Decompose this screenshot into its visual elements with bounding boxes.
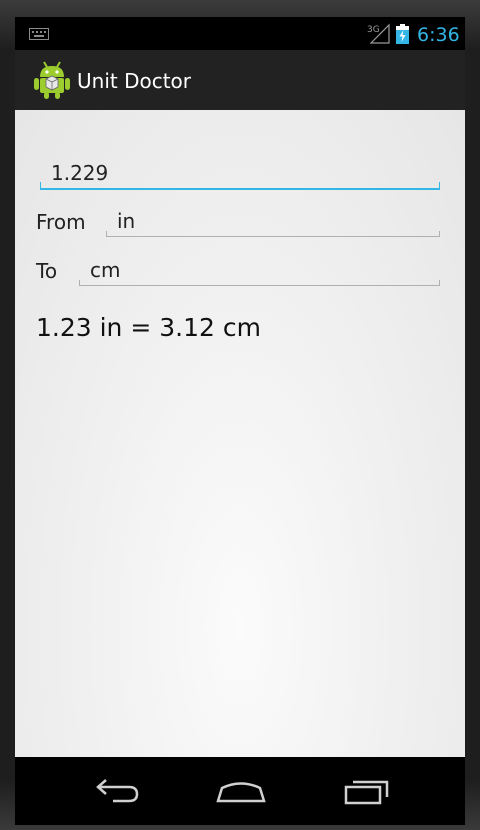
amount-input[interactable]: 1.229: [40, 158, 440, 190]
to-unit-input[interactable]: cm: [79, 255, 440, 286]
navigation-bar: [15, 757, 465, 825]
android-robot-icon[interactable]: [33, 60, 71, 100]
amount-value: 1.229: [51, 161, 109, 185]
from-unit-input[interactable]: in: [106, 206, 440, 237]
home-icon[interactable]: [211, 773, 271, 809]
status-bar: 3G 6:36: [15, 17, 465, 50]
to-label: To: [36, 259, 58, 283]
from-label: From: [36, 210, 86, 234]
battery-charging-icon: [396, 24, 409, 44]
to-unit-value: cm: [90, 258, 121, 282]
clock: 6:36: [417, 24, 460, 46]
device-frame: 3G 6:36 Unit Doctor 1.229 From in To cm …: [0, 0, 480, 830]
action-bar: Unit Doctor: [15, 50, 465, 110]
back-icon[interactable]: [85, 773, 145, 809]
app-title: Unit Doctor: [77, 69, 192, 93]
keyboard-icon: [29, 28, 49, 40]
from-unit-value: in: [117, 209, 136, 233]
signal-3g-icon: 3G: [367, 23, 391, 49]
conversion-result: 1.23 in = 3.12 cm: [36, 313, 261, 342]
network-type: 3G: [367, 25, 380, 35]
device-screen: 3G 6:36 Unit Doctor 1.229 From in To cm …: [15, 17, 465, 825]
recents-icon[interactable]: [337, 773, 397, 809]
converter-content: 1.229 From in To cm 1.23 in = 3.12 cm: [15, 110, 465, 757]
